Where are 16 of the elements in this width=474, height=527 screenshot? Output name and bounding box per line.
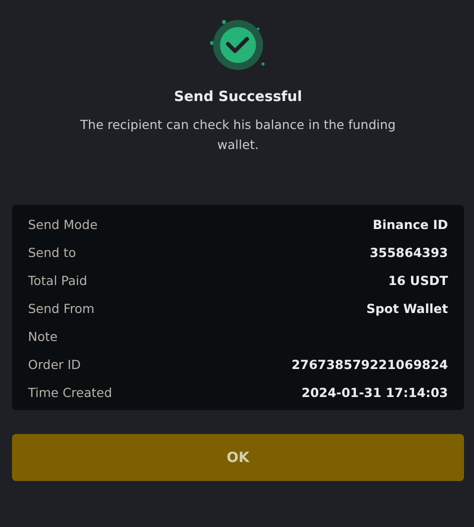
success-title: Send Successful bbox=[174, 89, 302, 105]
detail-value: 16 USDT bbox=[388, 272, 448, 288]
detail-label: Total Paid bbox=[28, 272, 88, 288]
detail-value: 355864393 bbox=[370, 244, 448, 260]
detail-value: Binance ID bbox=[372, 216, 448, 232]
detail-label: Note bbox=[28, 328, 58, 344]
detail-value: 276738579221069824 bbox=[291, 356, 448, 372]
detail-label: Order ID bbox=[28, 356, 81, 372]
detail-label: Send From bbox=[28, 300, 94, 316]
detail-value: 2024-01-31 17:14:03 bbox=[302, 384, 448, 400]
detail-label: Send to bbox=[28, 244, 76, 260]
ok-button[interactable]: OK bbox=[12, 434, 464, 481]
detail-label: Send Mode bbox=[28, 216, 98, 232]
detail-label: Time Created bbox=[28, 384, 112, 400]
success-message: The recipient can check his balance in the funding wallet. bbox=[79, 116, 397, 154]
detail-value: Spot Wallet bbox=[366, 300, 448, 316]
